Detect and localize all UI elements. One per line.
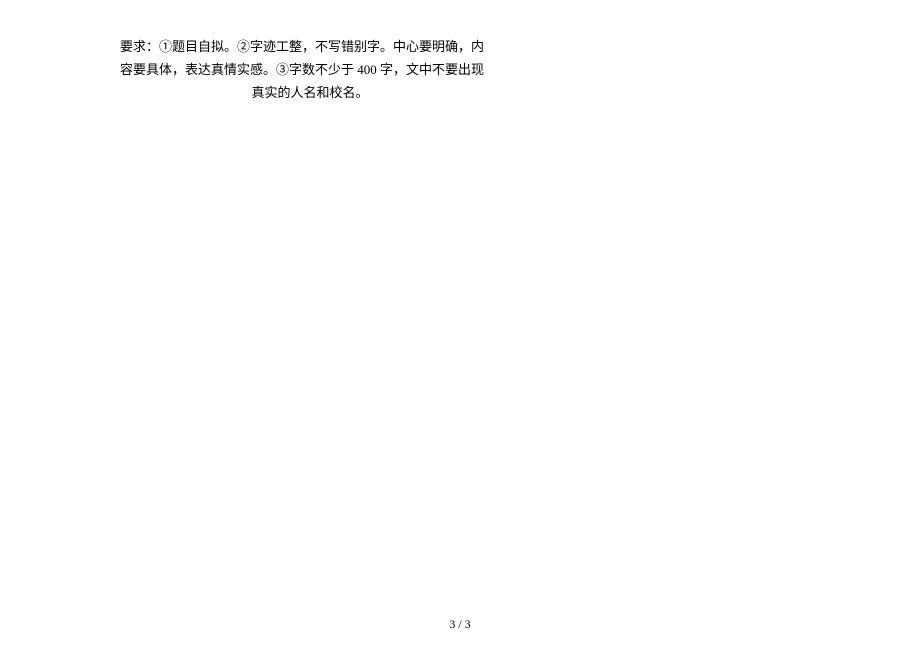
page-number: 3 / 3: [0, 617, 920, 632]
document-body: 要求：①题目自拟。②字迹工整，不写错别字。中心要明确，内 容要具体，表达真情实感…: [120, 36, 500, 104]
body-line-1: 要求：①题目自拟。②字迹工整，不写错别字。中心要明确，内: [120, 36, 500, 59]
body-line-2: 容要具体，表达真情实感。③字数不少于 400 字，文中不要出现: [120, 59, 500, 82]
body-line-3: 真实的人名和校名。: [120, 82, 500, 105]
